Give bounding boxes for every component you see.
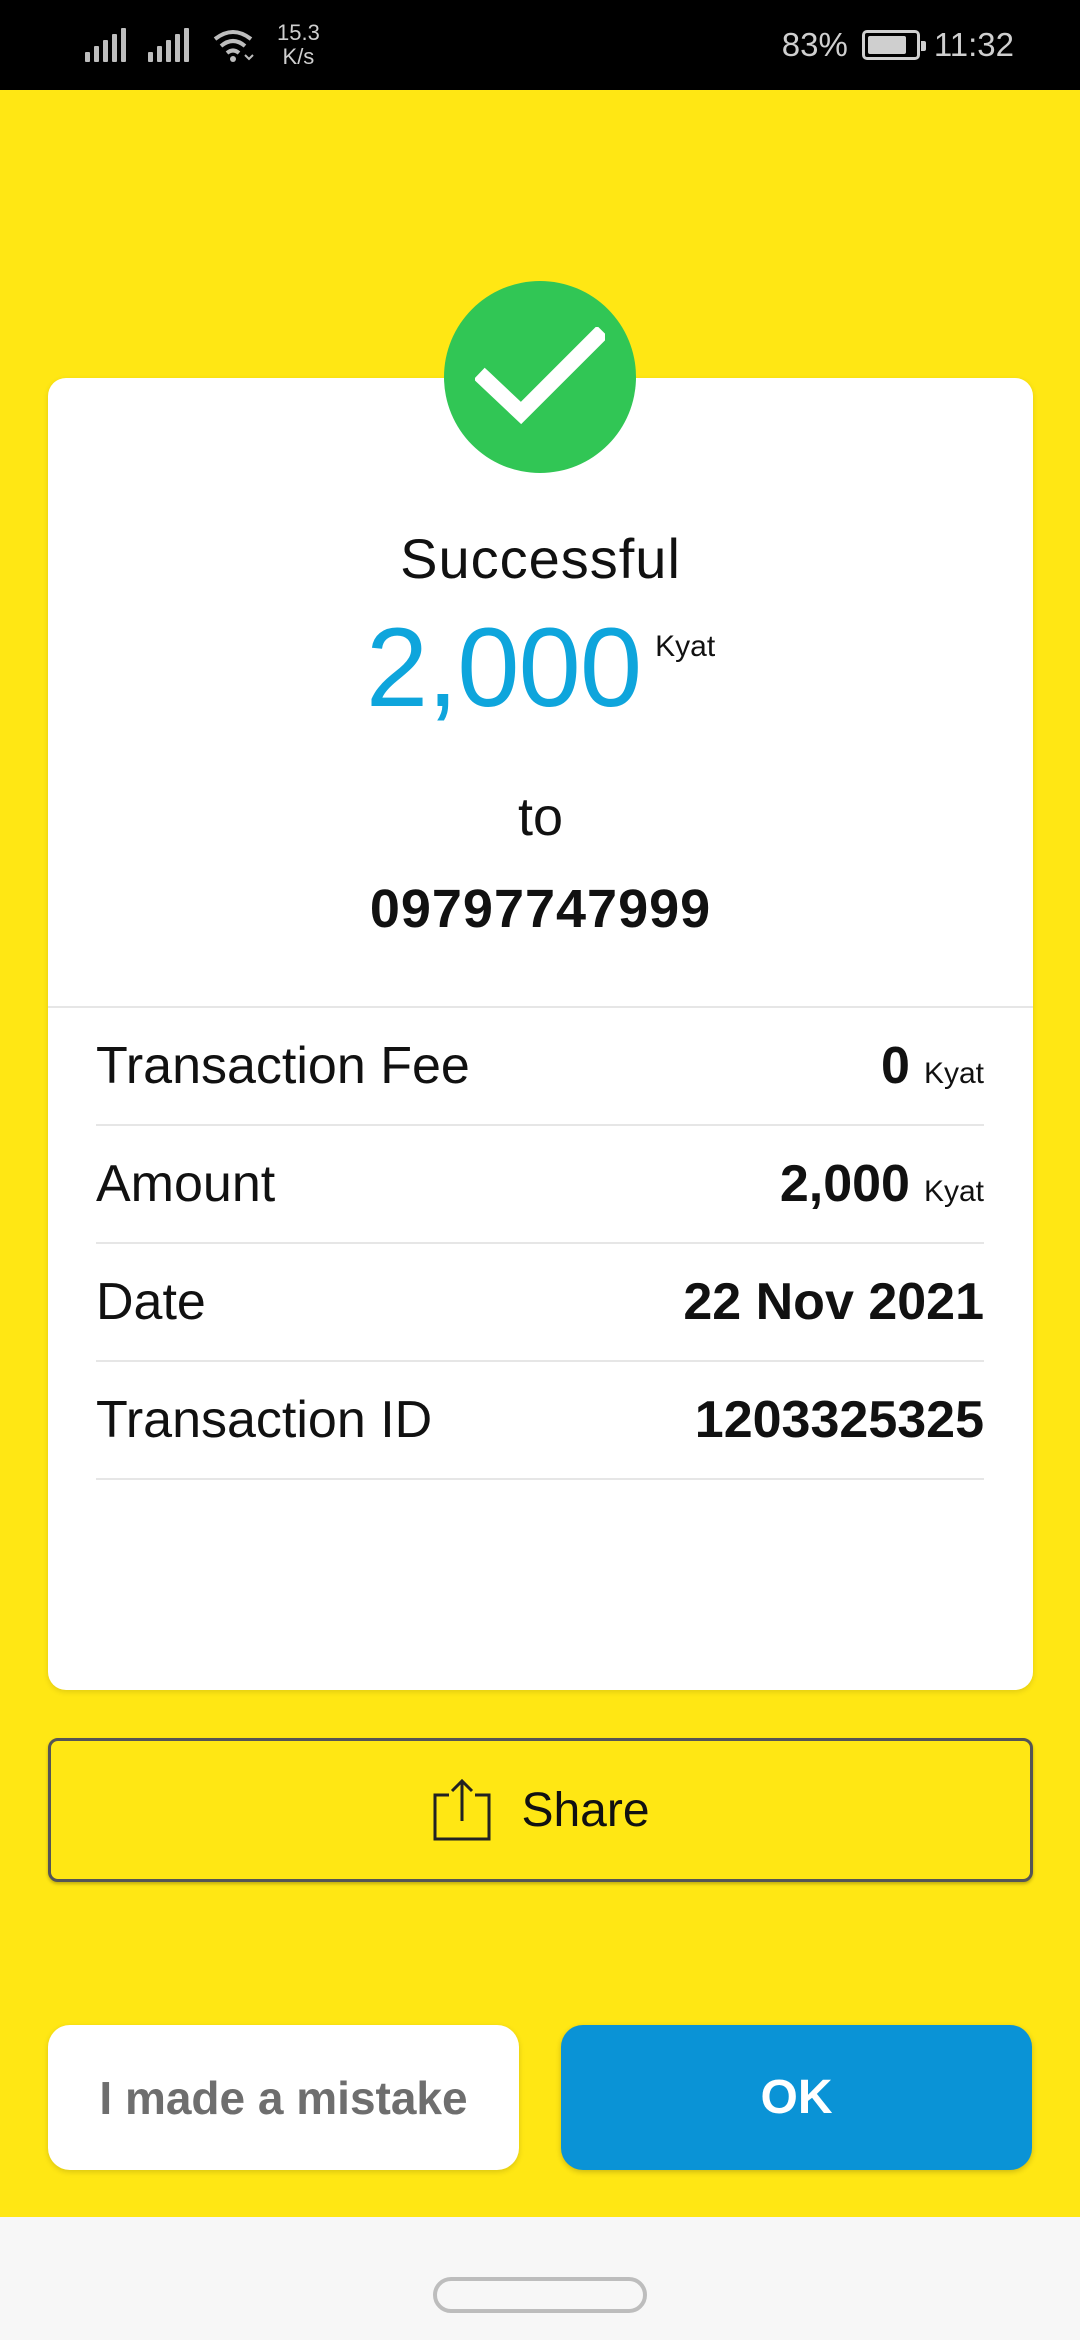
status-left: 15.3 K/s bbox=[85, 18, 320, 72]
transaction-id-value: 1203325325 bbox=[694, 1391, 984, 1449]
detail-value: 1203325325 bbox=[695, 1390, 984, 1450]
to-label: to bbox=[517, 787, 564, 847]
network-speed-value: 15.3 bbox=[277, 20, 320, 45]
navigation-bar bbox=[0, 2217, 1080, 2340]
battery-icon bbox=[861, 30, 926, 60]
recipient-number: 09797747999 bbox=[369, 879, 712, 939]
detail-value: 2,000 Kyat bbox=[780, 1154, 984, 1214]
detail-value: 22 Nov 2021 bbox=[683, 1272, 984, 1332]
detail-label: Amount bbox=[96, 1155, 276, 1213]
battery-percent: 83% bbox=[781, 26, 848, 63]
amount-display: 2,000 Kyat bbox=[48, 608, 1033, 728]
battery-fill bbox=[867, 36, 907, 54]
detail-label: Transaction ID bbox=[96, 1391, 433, 1449]
ok-button[interactable]: OK bbox=[561, 2025, 1032, 2170]
signal-icon-sim2 bbox=[148, 28, 189, 62]
transaction-fee-unit: Kyat bbox=[923, 1057, 984, 1090]
success-check-icon bbox=[444, 281, 636, 473]
home-indicator[interactable] bbox=[433, 2277, 647, 2313]
status-title: Successful bbox=[400, 527, 681, 590]
network-speed: 15.3 K/s bbox=[277, 21, 320, 69]
detail-row-transaction-fee: Transaction Fee 0 Kyat bbox=[96, 1008, 984, 1126]
detail-row-date: Date 22 Nov 2021 bbox=[96, 1244, 984, 1362]
clock: 11:32 bbox=[933, 26, 1014, 63]
detail-row-transaction-id: Transaction ID 1203325325 bbox=[96, 1362, 984, 1480]
share-button[interactable]: Share bbox=[48, 1738, 1033, 1882]
made-mistake-button[interactable]: I made a mistake bbox=[48, 2025, 519, 2170]
amount-unit: Kyat bbox=[655, 630, 716, 663]
receipt-card: Successful 2,000 Kyat to 09797747999 Tra… bbox=[48, 378, 1033, 1690]
transaction-fee-value: 0 bbox=[881, 1037, 910, 1095]
checkmark-icon bbox=[475, 327, 605, 425]
date-value: 22 Nov 2021 bbox=[683, 1273, 984, 1331]
status-right: 83% 11:32 bbox=[782, 22, 1014, 68]
detail-row-amount: Amount 2,000 Kyat bbox=[96, 1126, 984, 1244]
share-icon bbox=[433, 1778, 491, 1841]
network-speed-unit: K/s bbox=[282, 44, 315, 69]
detail-value: 0 Kyat bbox=[881, 1036, 984, 1096]
amount-value: 2,000 bbox=[365, 605, 642, 730]
signal-icon-sim1 bbox=[85, 28, 126, 62]
amount-detail-unit: Kyat bbox=[923, 1175, 984, 1208]
amount-detail-value: 2,000 bbox=[779, 1155, 910, 1213]
share-label: Share bbox=[521, 1783, 650, 1837]
detail-label: Date bbox=[96, 1273, 206, 1331]
wifi-icon bbox=[213, 30, 254, 62]
status-bar: 15.3 K/s 83% 11:32 bbox=[0, 0, 1080, 90]
detail-label: Transaction Fee bbox=[96, 1037, 470, 1095]
